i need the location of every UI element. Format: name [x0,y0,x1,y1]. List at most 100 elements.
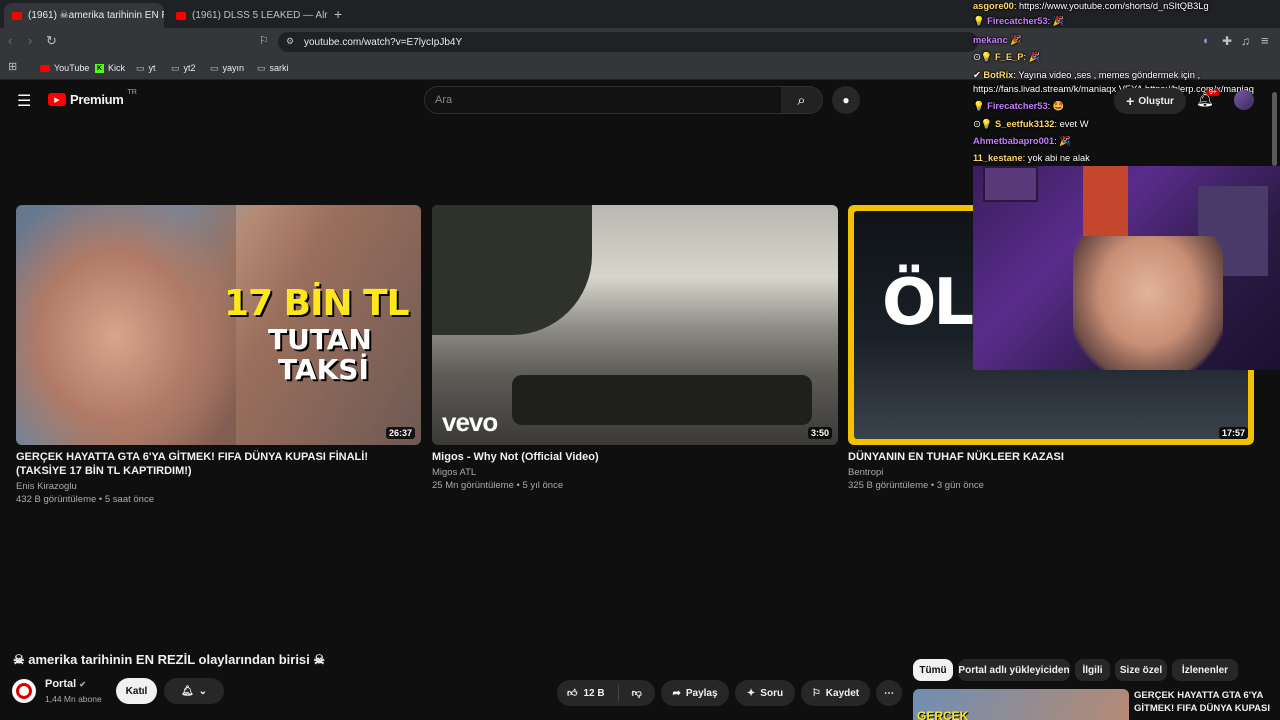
webcam-overlay [973,166,1280,370]
filter-chip-all[interactable]: Tümü [913,659,953,681]
search-input[interactable]: Ara [424,86,782,114]
up-next-title[interactable]: GERÇEK HAYATTA GTA 6'YA GİTMEK! FIFA DÜN… [1134,689,1274,715]
bookmark-label: Kick [108,63,126,73]
search-icon: ⌕ [797,91,806,109]
bookmark-folder-yt[interactable]: ▭ yt [136,60,156,76]
folder-icon: ▭ [136,62,145,73]
apps-grid-icon[interactable]: ⊞ [8,60,17,73]
new-tab-icon[interactable]: + [334,6,342,22]
channel-name[interactable]: Bentropi [848,466,883,480]
bookmark-label: yayın [222,63,245,73]
watch-channel[interactable]: Portal ✔ [45,678,86,690]
duration-badge: 17:57 [1218,427,1248,439]
menu-icon[interactable]: ≡ [1261,33,1269,48]
sparkle-icon: ✦ [746,687,756,699]
voice-search-button[interactable]: ● [832,86,860,114]
search-placeholder: Ara [435,94,453,106]
chat-username: S_eetfuk3132 [994,119,1055,129]
watch-title: ☠ amerika tarihinin EN REZİL olaylarında… [13,652,326,667]
browser-tab-active[interactable]: (1961) ☠amerika tarihinin EN R ✕ [4,3,164,28]
join-button[interactable]: Katıl [116,678,157,704]
wall-poster [1083,166,1128,236]
subscriber-count: 1,44 Mn abone [45,694,102,704]
chat-text: : evet W [1054,119,1089,129]
chat-username: Firecatcher53 [987,101,1048,111]
subscription-bell-button[interactable]: 🔔︎ ⌄ [164,678,224,704]
channel-avatar[interactable] [12,679,36,703]
bookmark-label: yt2 [183,63,196,73]
thumbnail-caption: 17 BİN TL [224,283,410,324]
bookmark-label: YouTube [54,63,90,73]
chat-message: mekanc 🎉 [973,34,1022,46]
video-thumbnail[interactable]: 17 BİN TL TUTAN TAKSİ 26:37 [16,205,421,445]
bookmark-youtube[interactable]: YouTube [40,60,89,76]
hamburger-menu-icon[interactable]: ☰ [17,91,31,111]
thumbnail-trees [432,205,592,335]
video-thumbnail[interactable]: vevo 3:50 [432,205,838,445]
thumbs-up-icon: 👍︎ [567,688,578,699]
logo-region: TR [127,89,137,96]
badge-icon: 💡 [973,101,985,111]
media-icon[interactable]: ♫ [1241,34,1250,48]
filter-chip-watched[interactable]: İzlenenler [1172,659,1238,681]
chat-text: : 🎉 [1023,52,1041,62]
more-icon: ⋯ [884,687,894,699]
share-button[interactable]: ➦ Paylaş [661,680,729,706]
like-button[interactable]: 👍︎ 12 B [567,687,605,700]
up-next-thumbnail[interactable]: GERÇEK [913,689,1129,720]
logo-text: Premium [70,92,124,107]
video-meta: 25 Mn görüntüleme • 5 yıl önce [432,480,564,491]
wall-poster [983,166,1038,202]
save-button[interactable]: ⚐ Kaydet [801,680,870,706]
extensions-icon[interactable]: ✚ [1222,34,1232,48]
bookmark-page-icon[interactable]: ⚐ [259,34,269,47]
address-bar[interactable]: ⚙ youtube.com/watch?v=E7lycIpJb4Y [278,32,978,52]
bookmark-icon: ⚐ [811,687,821,699]
bookmark-folder-yayin[interactable]: ▭ yayın [210,60,244,76]
bookmark-kick[interactable]: K Kick [95,60,125,76]
tab-label: (1961) ☠amerika tarihinin EN R [28,10,164,21]
share-label: Paylaş [685,687,718,699]
back-icon[interactable]: ‹ [8,33,12,48]
filter-chip-related[interactable]: İlgili [1075,659,1110,681]
portal-logo-icon [16,683,32,699]
youtube-logo-icon [40,64,50,72]
video-title[interactable]: DÜNYANIN EN TUHAF NÜKLEER KAZASI [848,450,1254,464]
chat-text: : 🤩 [1047,101,1065,111]
bookmark-folder-sarki[interactable]: ▭ sarki [257,60,289,76]
forward-icon[interactable]: › [28,33,32,48]
share-icon: ➦ [672,687,681,699]
audio-icon[interactable]: ◖ [1202,35,1209,47]
more-actions-button[interactable]: ⋯ [876,680,902,706]
thumbnail-face [16,205,236,445]
channel-name[interactable]: Migos ATL [432,466,476,480]
channel-name[interactable]: Enis Kirazoglu [16,480,77,494]
scrollbar-thumb[interactable] [1272,92,1277,166]
video-title[interactable]: GERÇEK HAYATTA GTA 6'YA GİTMEK! FIFA DÜN… [16,450,421,478]
filter-chip-for-you[interactable]: Size özel [1115,659,1167,681]
filter-chip-uploader[interactable]: Portal adlı yükleyiciden [958,659,1070,681]
site-info-icon[interactable]: ⚙ [286,36,294,47]
avatar[interactable] [1234,90,1254,110]
ask-button[interactable]: ✦ Soru [735,680,795,706]
chat-text: : 🎉 [1054,136,1071,146]
dislike-button[interactable]: 👎︎ [632,687,642,699]
bookmark-folder-yt2[interactable]: ▭ yt2 [171,60,196,76]
youtube-premium-logo[interactable]: ▶ Premium TR [48,89,137,107]
streamer-face [1073,236,1223,370]
save-label: Kaydet [825,687,860,699]
chat-username: BotRix [983,70,1014,80]
youtube-favicon-icon [12,11,22,20]
reload-icon[interactable]: ↻ [46,33,57,49]
url-text: youtube.com/watch?v=E7lycIpJb4Y [304,36,463,48]
create-button[interactable]: + Oluştur [1114,88,1186,114]
chat-username: asgore00 [973,1,1014,11]
folder-icon: ▭ [210,62,219,73]
search-button[interactable]: ⌕ [781,86,823,114]
browser-tab[interactable]: (1961) DLSS 5 LEAKED — Already Ru ✕ [168,3,328,28]
video-title[interactable]: Migos - Why Not (Official Video) [432,450,838,464]
chat-text: : Yayına video ,ses , memes göndermek iç… [1013,70,1201,80]
divider [617,685,619,701]
folder-icon: ▭ [257,62,266,73]
chat-text: : https://www.youtube.com/shorts/d_nSItQ… [1013,1,1209,11]
